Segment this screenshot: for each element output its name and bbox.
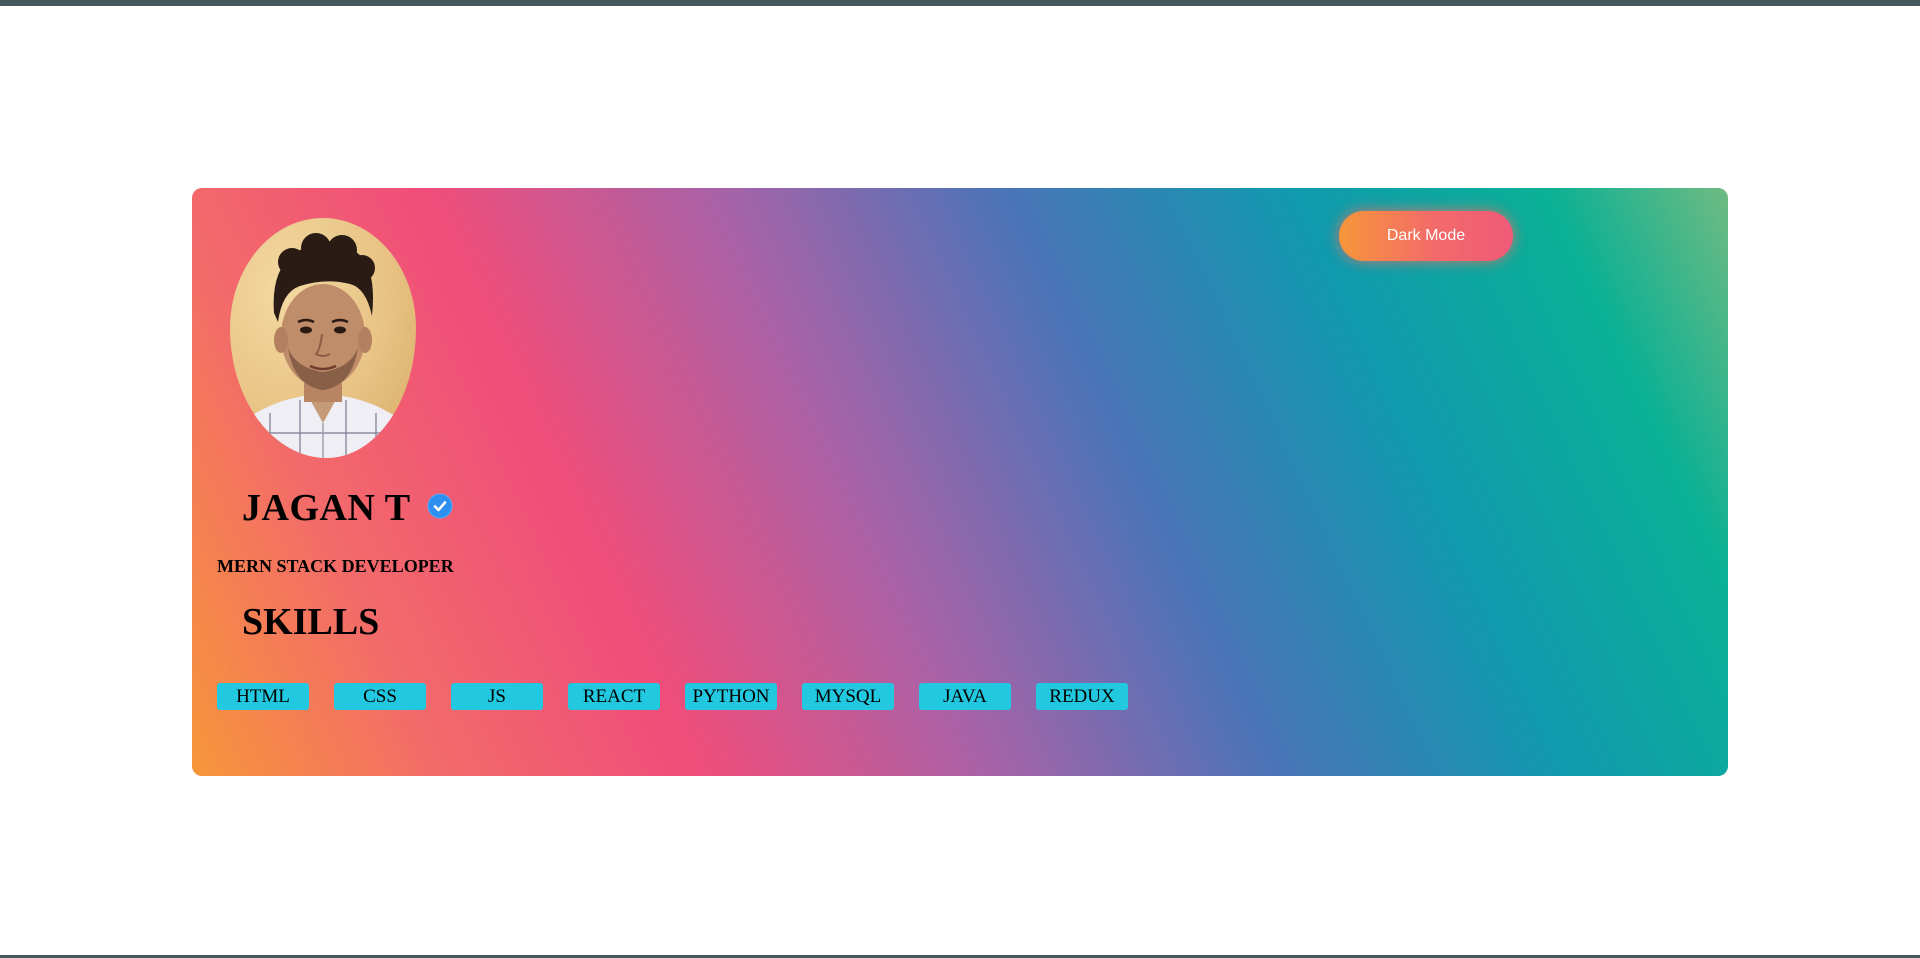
dark-mode-button[interactable]: Dark Mode <box>1339 211 1513 261</box>
browser-top-bar <box>0 0 1920 6</box>
skill-chip-html: HTML <box>217 683 309 710</box>
skill-chip-react: REACT <box>568 683 660 710</box>
profile-role: MERN STACK DEVELOPER <box>217 556 454 576</box>
name-row: JAGAN T <box>242 486 453 530</box>
skill-chip-java: JAVA <box>919 683 1011 710</box>
profile-card: JAGAN T MERN STACK DEVELOPER SKILLS HTML… <box>192 188 1728 776</box>
skills-heading: SKILLS <box>242 601 380 643</box>
skill-chip-python: PYTHON <box>685 683 777 710</box>
skill-chip-js: JS <box>451 683 543 710</box>
profile-avatar <box>230 218 416 458</box>
profile-name: JAGAN T <box>242 487 411 529</box>
skill-chip-redux: REDUX <box>1036 683 1128 710</box>
skills-list: HTML CSS JS REACT PYTHON MYSQL JAVA REDU… <box>217 683 1128 710</box>
skill-chip-css: CSS <box>334 683 426 710</box>
skill-chip-mysql: MYSQL <box>802 683 894 710</box>
verified-badge-icon <box>427 493 453 519</box>
profile-photo-image <box>240 233 406 458</box>
